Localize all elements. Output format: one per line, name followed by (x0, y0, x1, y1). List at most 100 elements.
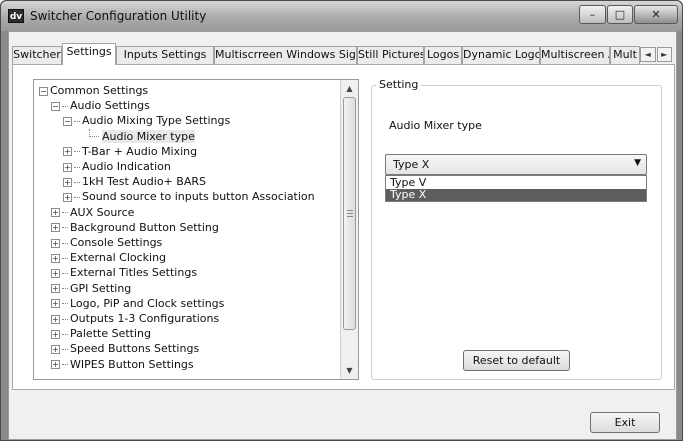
tree-item-label: Audio Indication (82, 160, 171, 173)
expand-icon[interactable]: + (51, 238, 60, 248)
tree-item[interactable]: + GPI Setting (51, 281, 131, 296)
minimize-button[interactable]: – (579, 5, 606, 24)
tree-connector (74, 166, 80, 168)
title-bar[interactable]: dv Switcher Configuration Utility – □ ✕ (1, 1, 682, 31)
tree-connector (62, 257, 68, 259)
grip-icon (347, 210, 353, 217)
tree-connector (62, 288, 68, 290)
expand-icon[interactable]: + (63, 147, 72, 157)
tree-item-label: Common Settings (50, 84, 149, 97)
tab-logos[interactable]: Logos (424, 46, 462, 64)
tab-multiscreen-windows-signs[interactable]: Multiscrreen Windows Signs (214, 46, 357, 64)
tab-multiscreen-a[interactable]: Multiscreen A (540, 46, 610, 64)
tree-item[interactable]: + AUX Source (51, 205, 134, 220)
reset-to-default-button[interactable]: Reset to default (463, 350, 570, 371)
collapse-icon[interactable]: − (63, 116, 72, 126)
tree-item-label: Palette Setting (70, 327, 151, 341)
tree-connector (62, 364, 68, 366)
tree-item[interactable]: − Common Settings (39, 83, 148, 98)
scroll-up-icon[interactable]: ▲ (341, 80, 358, 97)
expand-icon[interactable]: + (51, 268, 60, 278)
tree-connector (74, 151, 80, 153)
scroll-thumb[interactable] (343, 97, 356, 330)
tree-item-label: 1kH Test Audio+ BARS (82, 175, 206, 189)
tree-item-label: Audio Settings (70, 99, 150, 113)
tree-scrollbar[interactable]: ▲ ▼ (340, 80, 358, 379)
tree-item-label: GPI Setting (70, 281, 132, 295)
expand-icon[interactable]: + (63, 177, 72, 187)
tree-item-label: Speed Buttons Settings (70, 342, 200, 356)
tree-connector (62, 318, 68, 320)
tree-item[interactable]: − Audio Mixing Type Settings (63, 113, 230, 128)
tree-item[interactable]: + Speed Buttons Settings (51, 341, 199, 356)
tree-item-label: Audio Mixer type (102, 129, 195, 143)
tree-item-label: WIPES Button Settings (70, 357, 194, 371)
tree-item-label: Logo, PiP and Clock settings (70, 296, 225, 310)
scroll-down-icon[interactable]: ▼ (341, 362, 358, 379)
expand-icon[interactable]: + (51, 329, 60, 339)
tree-item[interactable]: + Console Settings (51, 235, 162, 250)
settings-tree[interactable]: − Common Settings − Audio Settings − Audio Mi… (33, 79, 359, 380)
collapse-icon[interactable]: − (51, 101, 60, 111)
exit-button[interactable]: Exit (590, 412, 660, 433)
tab-inputs-settings[interactable]: Inputs Settings (116, 46, 214, 64)
expand-icon[interactable]: + (51, 253, 60, 263)
option-type-x[interactable]: Type X (386, 189, 646, 201)
tree-connector (62, 303, 68, 305)
tree-item[interactable]: + Palette Setting (51, 326, 151, 341)
expand-icon[interactable]: + (51, 299, 60, 309)
tree-item[interactable]: + T-Bar + Audio Mixing (63, 144, 197, 159)
tab-settings[interactable]: Settings (62, 43, 116, 65)
tree-item[interactable]: + External Titles Settings (51, 265, 197, 280)
settings-panel: − Common Settings − Audio Settings − Audio Mi… (12, 64, 675, 390)
tab-scroll-left-icon[interactable]: ◄ (640, 47, 656, 62)
tab-strip: Switcher Settings Inputs Settings Multis… (12, 43, 675, 65)
tab-scroll-buttons: ◄ ► (640, 47, 672, 62)
tree-connector (62, 272, 68, 274)
tree-item[interactable]: − Audio Settings (51, 98, 150, 113)
tree-item-label: Sound source to inputs button Associatio… (82, 190, 315, 204)
maximize-button[interactable]: □ (607, 5, 633, 24)
expand-icon[interactable]: + (51, 208, 60, 218)
tab-dynamic-logo[interactable]: Dynamic Logo (462, 46, 540, 64)
audio-mixer-type-combo[interactable]: Type X ▼ (385, 154, 647, 175)
tab-still-pictures[interactable]: Still Pictures (357, 46, 424, 64)
close-button[interactable]: ✕ (634, 5, 678, 24)
expand-icon[interactable]: + (63, 162, 72, 172)
tree-item[interactable]: + Background Button Setting (51, 220, 219, 235)
tree-item[interactable]: Audio Mixer type (89, 128, 195, 144)
tree-item-label: Audio Mixing Type Settings (82, 114, 231, 128)
chevron-down-icon[interactable]: ▼ (634, 158, 641, 168)
tree-item[interactable]: + WIPES Button Settings (51, 357, 194, 372)
tree-item[interactable]: + Sound source to inputs button Associati… (63, 189, 315, 204)
client-area: Switcher Settings Inputs Settings Multis… (8, 31, 677, 440)
tree-item-label: T-Bar + Audio Mixing (82, 144, 198, 158)
tree-item[interactable]: + Logo, PiP and Clock settings (51, 296, 224, 311)
tree-connector (62, 227, 68, 229)
tree-item-label: AUX Source (70, 205, 135, 219)
audio-mixer-type-dropdown: Type V Type X (385, 175, 647, 202)
tree-connector (74, 181, 80, 183)
setting-group-title: Setting (376, 78, 422, 91)
collapse-icon[interactable]: − (39, 86, 48, 96)
expand-icon[interactable]: + (51, 284, 60, 294)
tab-mult[interactable]: Mult (610, 46, 640, 64)
audio-mixer-type-label: Audio Mixer type (389, 119, 482, 132)
tree-item[interactable]: + External Clocking (51, 250, 166, 265)
expand-icon[interactable]: + (51, 360, 60, 370)
tree-connector (62, 333, 68, 335)
expand-icon[interactable]: + (51, 314, 60, 324)
app-logo-icon: dv (8, 9, 24, 23)
expand-icon[interactable]: + (51, 344, 60, 354)
tree-item[interactable]: + Audio Indication (63, 159, 171, 174)
expand-icon[interactable]: + (63, 192, 72, 202)
expand-icon[interactable]: + (51, 223, 60, 233)
combo-value: Type X (393, 158, 430, 171)
tab-switcher[interactable]: Switcher (12, 46, 62, 64)
tab-scroll-right-icon[interactable]: ► (656, 47, 672, 62)
tree-connector (89, 128, 99, 137)
tree-connector (62, 105, 68, 107)
tree-item[interactable]: + Outputs 1-3 Configurations (51, 311, 219, 326)
tree-item[interactable]: +1kH Test Audio+ BARS (63, 174, 206, 189)
tree-item-label: External Titles Settings (70, 266, 198, 280)
